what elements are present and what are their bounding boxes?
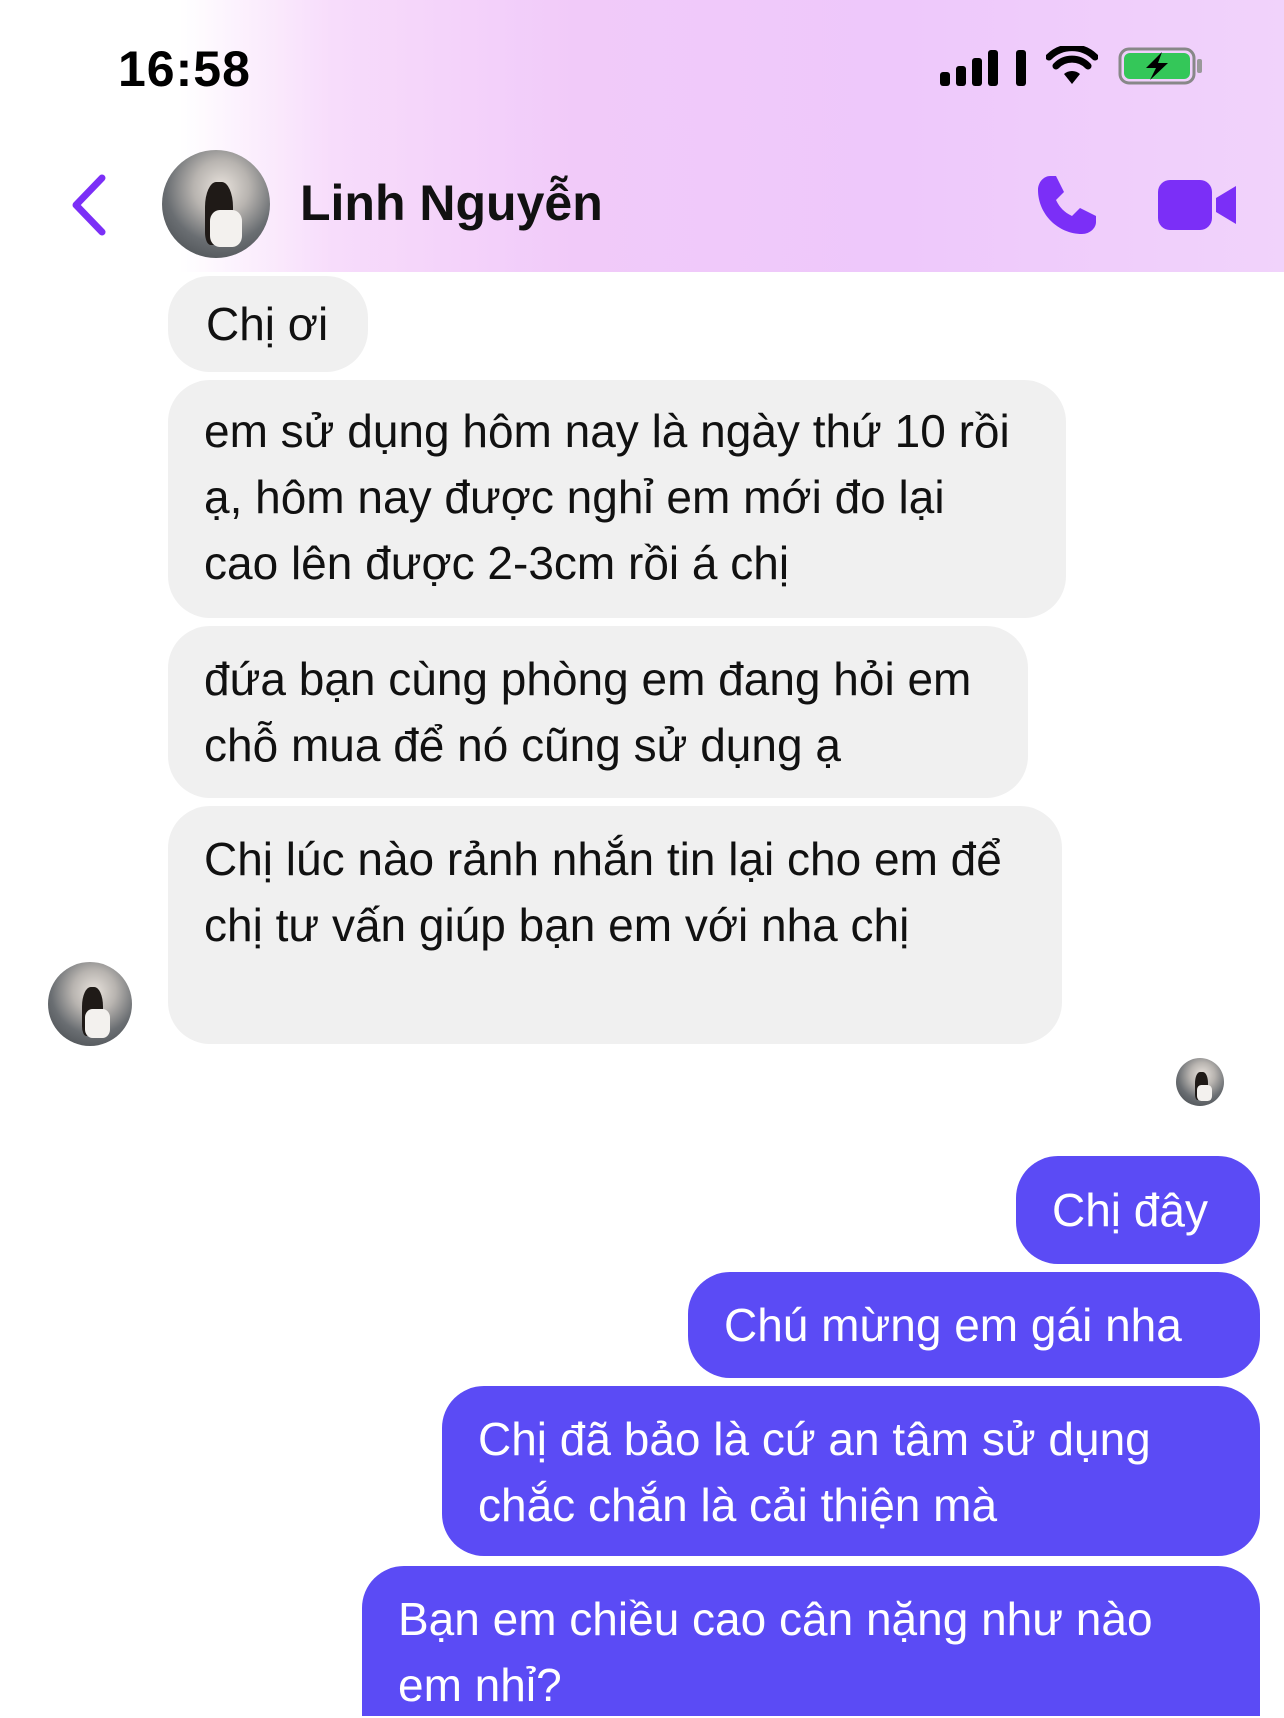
received-message[interactable]: Chị lúc nào rảnh nhắn tin lại cho em để … [168, 806, 1062, 1044]
chat-header: Linh Nguyễn [0, 130, 1284, 280]
phone-icon[interactable] [1030, 170, 1102, 242]
signal-icon [940, 46, 1026, 86]
received-message[interactable]: em sử dụng hôm nay là ngày thứ 10 rồi ạ,… [168, 380, 1066, 618]
sent-message[interactable]: Chị đây [1016, 1156, 1260, 1264]
battery-charging-icon [1118, 47, 1202, 85]
video-camera-icon[interactable] [1156, 172, 1238, 238]
contact-name[interactable]: Linh Nguyễn [300, 174, 603, 232]
wifi-icon [1046, 46, 1098, 84]
contact-avatar[interactable] [162, 150, 270, 258]
sent-message[interactable]: Chị đã bảo là cứ an tâm sử dụng chắc chắ… [442, 1386, 1260, 1556]
received-message[interactable]: Chị ơi [168, 276, 368, 372]
status-time: 16:58 [118, 41, 251, 97]
sent-message[interactable]: Bạn em chiều cao cân nặng như nào em nhỉ… [362, 1566, 1260, 1716]
received-message[interactable]: đứa bạn cùng phòng em đang hỏi em chỗ mu… [168, 626, 1028, 798]
back-chevron-icon[interactable] [64, 170, 114, 240]
sender-avatar[interactable] [48, 962, 132, 1046]
status-icons [940, 46, 1204, 86]
sent-message[interactable]: Chú mừng em gái nha [688, 1272, 1260, 1378]
read-receipt-avatar [1176, 1058, 1224, 1106]
